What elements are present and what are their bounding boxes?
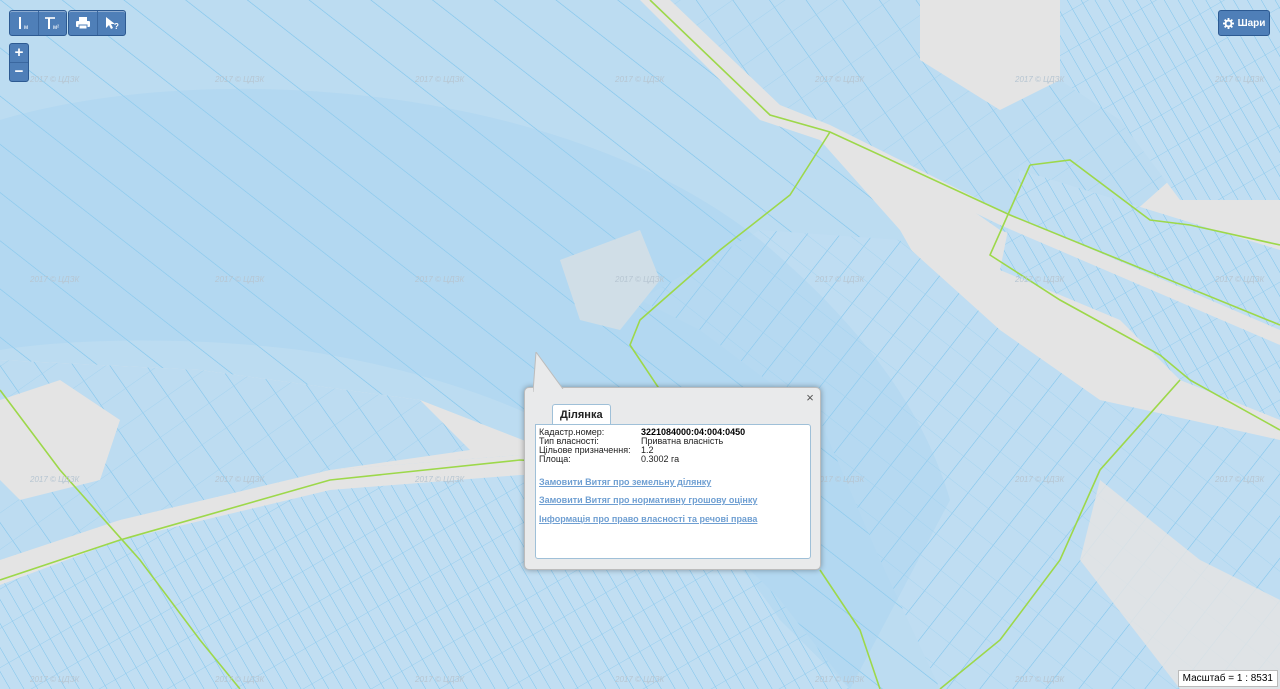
layers-label: Шари [1237, 17, 1266, 29]
map-watermark: 2017 © ЦДЗК [214, 675, 265, 684]
ownership-info-link[interactable]: Інформація про право власності та речові… [539, 514, 757, 524]
popup-pointer [533, 352, 568, 392]
close-popup-button[interactable]: × [804, 391, 816, 404]
attribute-label: Площа: [539, 454, 571, 464]
identify-cursor-icon: ? [106, 17, 119, 31]
map-watermark: 2017 © ЦДЗК [214, 275, 265, 284]
area-value: 0.3002 га [641, 454, 680, 464]
map-watermark: 2017 © ЦДЗК [1214, 275, 1265, 284]
map-watermark: 2017 © ЦДЗК [1214, 75, 1265, 84]
tools-toolbar: ? [68, 10, 126, 36]
print-button[interactable] [69, 11, 97, 35]
area-measure-button[interactable]: м² [38, 11, 67, 35]
layers-button[interactable]: Шари [1218, 10, 1270, 36]
parcel-attributes: Кадастр.номер: 3221084000:04:004:0450 Тип… [539, 428, 745, 464]
zoom-in-button[interactable]: + [10, 44, 28, 62]
map-watermark: 2017 © ЦДЗК [614, 275, 665, 284]
map-watermark: 2017 © ЦДЗК [1014, 675, 1065, 684]
svg-text:?: ? [114, 22, 119, 31]
cadastral-map[interactable]: 2017 © ЦДЗК 2017 © ЦДЗК 2017 © ЦДЗК 2017… [0, 0, 1280, 689]
tab-parcel[interactable]: Ділянка [552, 404, 611, 425]
map-watermark: 2017 © ЦДЗК [614, 75, 665, 84]
map-watermark: 2017 © ЦДЗК [814, 475, 865, 484]
zoom-control: + − [9, 43, 29, 82]
map-watermark: 2017 © ЦДЗК [1214, 475, 1265, 484]
map-watermark: 2017 © ЦДЗК [414, 475, 465, 484]
gear-icon [1222, 17, 1234, 29]
map-watermark: 2017 © ЦДЗК [814, 675, 865, 684]
svg-text:м²: м² [53, 25, 59, 31]
printer-icon [76, 17, 90, 30]
measure-toolbar: м м² [9, 10, 67, 36]
map-watermark: 2017 © ЦДЗК [29, 275, 80, 284]
map-watermark: 2017 © ЦДЗК [214, 475, 265, 484]
map-watermark: 2017 © ЦДЗК [29, 475, 80, 484]
map-watermark: 2017 © ЦДЗК [814, 75, 865, 84]
map-watermark: 2017 © ЦДЗК [29, 75, 80, 84]
identify-button[interactable]: ? [97, 11, 126, 35]
attribute-row: Площа: 0.3002 га [539, 455, 745, 464]
map-watermark: 2017 © ЦДЗК [814, 275, 865, 284]
parcel-info-popup: × Ділянка Кадастр.номер: 3221084000:04:00… [524, 352, 821, 570]
scale-indicator: Масштаб = 1 : 8531 [1177, 670, 1278, 687]
area-measure-icon: м² [45, 17, 59, 31]
map-watermark: 2017 © ЦДЗК [1014, 275, 1065, 284]
map-watermark: 2017 © ЦДЗК [614, 675, 665, 684]
order-valuation-link[interactable]: Замовити Витяг про нормативну грошову оц… [539, 495, 757, 505]
map-watermark: 2017 © ЦДЗК [414, 675, 465, 684]
distance-measure-button[interactable]: м [10, 11, 38, 35]
order-extract-link[interactable]: Замовити Витяг про земельну ділянку [539, 477, 711, 487]
map-watermark: 2017 © ЦДЗК [1014, 75, 1065, 84]
zoom-out-button[interactable]: − [10, 62, 28, 81]
map-watermark: 2017 © ЦДЗК [414, 75, 465, 84]
map-watermark: 2017 © ЦДЗК [414, 275, 465, 284]
map-watermark: 2017 © ЦДЗК [29, 675, 80, 684]
parcel-info-body: Кадастр.номер: 3221084000:04:004:0450 Тип… [535, 424, 811, 559]
distance-measure-icon: м [19, 17, 28, 31]
map-watermark: 2017 © ЦДЗК [214, 75, 265, 84]
svg-text:м: м [24, 25, 28, 31]
map-watermark: 2017 © ЦДЗК [1014, 475, 1065, 484]
